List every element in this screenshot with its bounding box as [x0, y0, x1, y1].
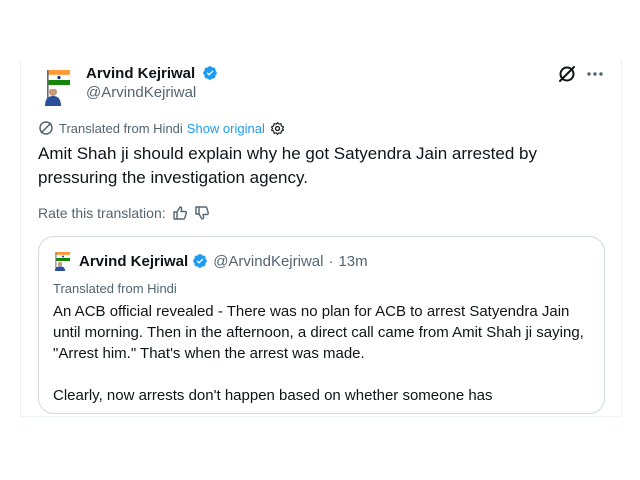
show-original-link[interactable]: Show original: [187, 121, 265, 136]
author-handle[interactable]: @ArvindKejriwal: [86, 84, 196, 101]
quoted-tweet[interactable]: Arvind Kejriwal @ArvindKejriwal · 13m Tr…: [38, 236, 605, 414]
tweet-text: Amit Shah ji should explain why he got S…: [38, 144, 537, 187]
quote-author-name[interactable]: Arvind Kejriwal: [79, 253, 188, 270]
quote-author-handle[interactable]: @ArvindKejriwal: [213, 253, 323, 270]
quote-paragraph: An ACB official revealed - There was no …: [53, 303, 584, 362]
translate-icon: [38, 120, 54, 136]
settings-gear-icon[interactable]: [270, 121, 285, 136]
quote-text: An ACB official revealed - There was no …: [53, 301, 593, 406]
avatar-flag: [45, 70, 71, 106]
quote-paragraph: Clearly, now arrests don't happen based …: [53, 387, 493, 404]
quote-timestamp[interactable]: 13m: [338, 253, 367, 270]
quote-avatar[interactable]: [53, 251, 73, 271]
rate-label: Rate this translation:: [38, 205, 166, 221]
tweet-card[interactable]: Arvind Kejriwal @ArvindKejriwal Translat…: [20, 60, 622, 417]
more-icon[interactable]: [584, 64, 606, 84]
translation-row: Translated from Hindi Show original: [38, 120, 285, 136]
quote-translated-label: Translated from Hindi: [53, 281, 177, 296]
author-name[interactable]: Arvind Kejriwal: [86, 65, 195, 82]
thumbs-down-icon[interactable]: [194, 205, 210, 221]
thumbs-up-icon[interactable]: [172, 205, 188, 221]
translated-label: Translated from Hindi: [59, 120, 183, 136]
author-avatar[interactable]: [42, 68, 78, 106]
rate-translation-row: Rate this translation:: [38, 204, 210, 222]
quote-header: Arvind Kejriwal @ArvindKejriwal · 13m: [53, 251, 368, 271]
author-name-row[interactable]: Arvind Kejriwal: [86, 65, 218, 85]
verified-badge-icon: [192, 253, 208, 269]
verified-badge-icon: [202, 65, 218, 85]
quote-separator: ·: [328, 252, 334, 270]
grok-icon[interactable]: [557, 64, 577, 84]
